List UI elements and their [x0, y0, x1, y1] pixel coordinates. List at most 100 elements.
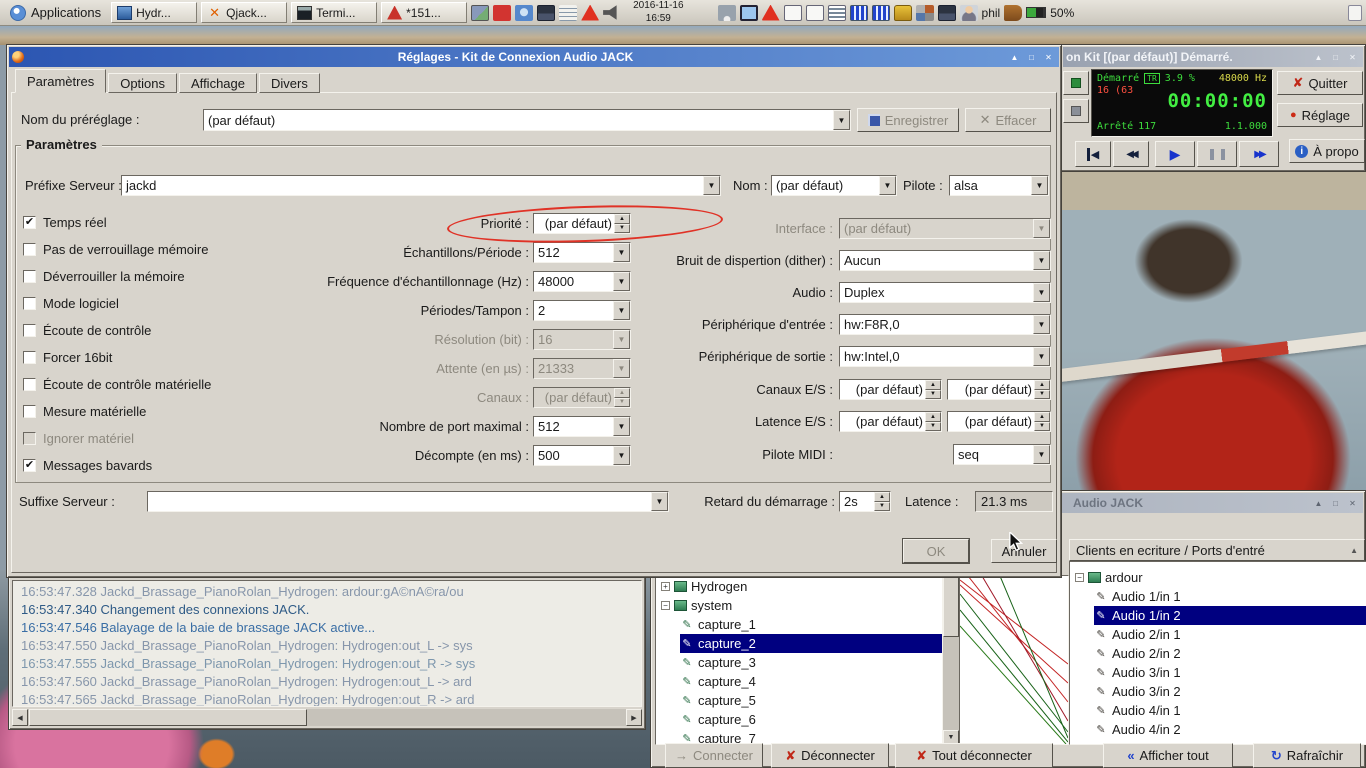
checkbox-ignorer-materiel[interactable]: ✔Ignorer matériel [23, 429, 134, 447]
tools-tray-icon[interactable] [916, 5, 934, 21]
tree-port-audio-2-in-2[interactable]: ✎Audio 2/in 2 [1070, 644, 1366, 663]
tree-port-audio-4-in-2[interactable]: ✎Audio 4/in 2 [1070, 720, 1366, 739]
io-channels-in-spinbox[interactable]: (par défaut)▲▼ [839, 379, 942, 400]
warning-triangle2-tray-icon[interactable] [762, 5, 780, 21]
scroll-left-button[interactable]: ◀ [12, 709, 28, 726]
screenshot-tray-icon[interactable] [515, 5, 533, 21]
combo-dropdown-button[interactable]: ▼ [1033, 283, 1050, 302]
keyboard-tray-icon[interactable] [537, 5, 555, 21]
erase-preset-button[interactable]: ✕Effacer [965, 108, 1051, 132]
transport-forward-button[interactable]: ▶▶ [1239, 141, 1279, 167]
wireless-tray-icon[interactable] [718, 5, 736, 21]
checkbox-ecoute-controle[interactable]: ✔Écoute de contrôle [23, 321, 151, 339]
tree-client-ardour[interactable]: − ardour [1070, 568, 1366, 587]
ok-button[interactable]: OK [903, 539, 969, 563]
tree-port-audio-3-in-1[interactable]: ✎Audio 3/in 1 [1070, 663, 1366, 682]
applications-menu[interactable]: Applications [4, 2, 107, 24]
transport-skip-back-button[interactable]: ◀ [1075, 141, 1111, 167]
connect-button[interactable]: →Connecter [665, 743, 763, 768]
window1-tray-icon[interactable] [784, 5, 802, 21]
io-latency-out-spinbox[interactable]: (par défaut)▲▼ [947, 411, 1051, 432]
close-button[interactable]: ✕ [1345, 497, 1360, 510]
tree-port-audio-1-in-2[interactable]: ✎Audio 1/in 2 [1070, 606, 1366, 625]
network-lock-tray-icon[interactable] [696, 5, 714, 21]
driver-combo[interactable]: alsa ▼ [949, 175, 1049, 196]
tab-affichage[interactable]: Affichage [179, 73, 257, 93]
quit-button[interactable]: ✘Quitter [1277, 71, 1363, 95]
scroll-right-button[interactable]: ▶ [626, 709, 642, 726]
io-channels-out-spinbox[interactable]: (par défaut)▲▼ [947, 379, 1051, 400]
window2-tray-icon[interactable] [806, 5, 824, 21]
output-device-combo[interactable]: hw:Intel,0▼ [839, 346, 1051, 367]
combo-dropdown-button[interactable]: ▼ [1033, 445, 1050, 464]
volume-tray-icon[interactable] [603, 5, 621, 21]
settings-button[interactable]: ●Réglage [1277, 103, 1363, 127]
notes-tray-icon[interactable] [559, 5, 577, 21]
tab-divers[interactable]: Divers [259, 73, 320, 93]
partial-start-button[interactable] [1063, 71, 1089, 95]
equalizer1-tray-icon[interactable] [850, 5, 868, 21]
maximize-button[interactable]: □ [1328, 497, 1343, 510]
clock[interactable]: 2016-11-16 16:59 [625, 0, 691, 25]
transport-pause-button[interactable] [1197, 141, 1237, 167]
expand-all-button[interactable]: «Afficher tout [1103, 743, 1233, 768]
tree-client-system[interactable]: − system [656, 596, 942, 615]
about-button[interactable]: iÀ propo [1289, 139, 1365, 163]
name-combo[interactable]: (par défaut) ▼ [771, 175, 897, 196]
tasklist-tray-icon[interactable] [828, 5, 846, 21]
display-tray-icon[interactable] [740, 5, 758, 21]
combo-dropdown-button[interactable]: ▼ [1033, 219, 1050, 238]
combo-dropdown-button[interactable]: ▼ [833, 110, 850, 130]
spin-arrows[interactable]: ▲▼ [925, 380, 941, 399]
tree-port-audio-1-in-1[interactable]: ✎Audio 1/in 1 [1070, 587, 1366, 606]
dither-combo[interactable]: Aucun▼ [839, 250, 1051, 271]
tree-port-capture-1[interactable]: ✎capture_1 [656, 615, 942, 634]
checkbox-mesure-materielle[interactable]: ✔Mesure matérielle [23, 402, 146, 420]
shade-button[interactable]: ▲ [1311, 497, 1326, 510]
tree-port-capture-4[interactable]: ✎capture_4 [656, 672, 942, 691]
collapse-icon[interactable]: − [1075, 573, 1084, 582]
io-latency-in-spinbox[interactable]: (par défaut)▲▼ [839, 411, 942, 432]
input-ports-column-header[interactable]: Clients en ecriture / Ports d'entré ▲ [1069, 539, 1365, 561]
mug-tray-icon[interactable] [1004, 5, 1022, 21]
tab-options[interactable]: Options [108, 73, 177, 93]
scrollbar-thumb[interactable] [943, 575, 959, 637]
tree-port-audio-4-in-1[interactable]: ✎Audio 4/in 1 [1070, 701, 1366, 720]
warning-triangle-tray-icon[interactable] [581, 5, 599, 21]
dialog-titlebar[interactable]: Réglages - Kit de Connexion Audio JACK ▲… [9, 47, 1059, 67]
tree-port-capture-3[interactable]: ✎capture_3 [656, 653, 942, 672]
combo-dropdown-button[interactable]: ▼ [1031, 176, 1048, 195]
collapse-icon[interactable]: − [661, 601, 670, 610]
combo-dropdown-button[interactable]: ▼ [1033, 347, 1050, 366]
tree-port-capture-6[interactable]: ✎capture_6 [656, 710, 942, 729]
transport-rewind-button[interactable]: ◀◀ [1113, 141, 1149, 167]
close-button[interactable]: ✕ [1041, 51, 1056, 64]
keyboard2-tray-icon[interactable] [938, 5, 956, 21]
expand-icon[interactable]: + [661, 582, 670, 591]
audio-mode-combo[interactable]: Duplex▼ [839, 282, 1051, 303]
input-device-combo[interactable]: hw:F8R,0▼ [839, 314, 1051, 335]
taskbar-item-terminal[interactable]: Termi... [291, 2, 377, 23]
disconnect-button[interactable]: ✘Déconnecter [771, 743, 889, 768]
server-prefix-combo[interactable]: jackd ▼ [121, 175, 721, 196]
checkbox-messages-bavards[interactable]: ✔Messages bavards [23, 456, 152, 474]
tree-port-audio-2-in-1[interactable]: ✎Audio 2/in 1 [1070, 625, 1366, 644]
checkbox-temps-reel[interactable]: ✔Temps réel [23, 213, 107, 231]
taskbar-item-hydrogen[interactable]: Hydr... [111, 2, 197, 23]
messages-horizontal-scrollbar[interactable]: ◀ ▶ [12, 709, 642, 726]
battery-indicator[interactable]: 50% [1026, 6, 1074, 20]
disconnect-all-button[interactable]: ✘Tout déconnecter [895, 743, 1053, 768]
image-viewer-tray-icon[interactable] [471, 5, 489, 21]
tree-port-audio-3-in-2[interactable]: ✎Audio 3/in 2 [1070, 682, 1366, 701]
server-suffix-combo[interactable]: ▼ [147, 491, 669, 512]
combo-dropdown-button[interactable]: ▼ [879, 176, 896, 195]
main-window-titlebar[interactable]: on Kit [(par défaut)] Démarré. ▲ □ ✕ [1063, 47, 1363, 67]
taskbar-item-editor[interactable]: *151... [381, 2, 467, 23]
equalizer2-tray-icon[interactable] [872, 5, 890, 21]
spin-arrows[interactable]: ▲▼ [1034, 380, 1050, 399]
checkbox-forcer-16bit[interactable]: ✔Forcer 16bit [23, 348, 112, 366]
maximize-button[interactable]: □ [1328, 51, 1343, 64]
checkbox-mode-logiciel[interactable]: ✔Mode logiciel [23, 294, 119, 312]
maximize-button[interactable]: □ [1024, 51, 1039, 64]
combo-dropdown-button[interactable]: ▼ [1033, 315, 1050, 334]
